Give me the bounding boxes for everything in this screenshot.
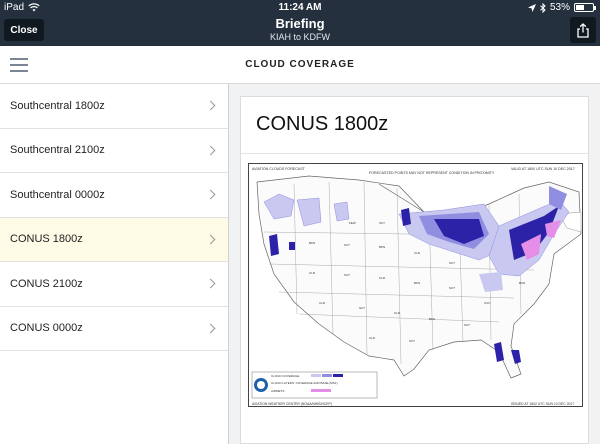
- svg-text:BKN: BKN: [379, 245, 385, 249]
- section-title: CLOUD COVERAGE: [245, 59, 355, 70]
- map-header-right: VALID AT 1800 UTC SUN 10 DEC 2017: [511, 167, 575, 171]
- chevron-right-icon: [205, 189, 216, 200]
- cloud-coverage-map[interactable]: AVIATION CLOUDS FORECAST FORECASTED POIN…: [248, 163, 583, 407]
- battery-fill: [576, 5, 584, 10]
- nav-title: Briefing: [275, 16, 325, 31]
- list-item-southcentral-2100z[interactable]: Southcentral 2100z: [0, 129, 228, 173]
- share-button[interactable]: [570, 17, 596, 43]
- svg-text:SCT: SCT: [344, 273, 350, 277]
- chevron-right-icon: [205, 278, 216, 289]
- status-right: 53%: [527, 2, 596, 13]
- list-item-label: Southcentral 0000z: [10, 188, 105, 201]
- svg-text:BKN: BKN: [414, 281, 420, 285]
- svg-text:BKN: BKN: [429, 317, 435, 321]
- map-header-left: AVIATION CLOUDS FORECAST: [252, 167, 306, 171]
- list-item-conus-2100z[interactable]: CONUS 2100z: [0, 262, 228, 307]
- map-header-center: FORECASTED POINTS MAY NOT REPRESENT COND…: [369, 171, 495, 175]
- list-item-label: Southcentral 2100z: [10, 144, 105, 157]
- chevron-right-icon: [205, 323, 216, 334]
- chevron-right-icon: [205, 100, 216, 111]
- list-item-label: Southcentral 1800z: [10, 99, 105, 112]
- list-item-conus-1800z[interactable]: CONUS 1800z: [0, 217, 228, 262]
- svg-text:SCT: SCT: [379, 221, 385, 225]
- top-bar: iPad 11:24 AM 53% Close Briefing KIAH to…: [0, 0, 600, 46]
- sidebar: Southcentral 1800z Southcentral 2100z So…: [0, 84, 229, 444]
- chevron-right-icon: [205, 145, 216, 156]
- svg-text:BKN: BKN: [309, 241, 315, 245]
- list-item-label: CONUS 2100z: [10, 277, 83, 290]
- bluetooth-icon: [540, 2, 546, 13]
- list-item-label: CONUS 0000z: [10, 322, 83, 335]
- svg-text:CLR: CLR: [309, 271, 316, 275]
- status-time: 11:24 AM: [278, 2, 322, 13]
- chevron-right-icon: [205, 234, 216, 245]
- detail-pane: CONUS 1800z AVIATION CLOUDS FORECAST FOR…: [229, 84, 600, 444]
- svg-text:OVC: OVC: [484, 301, 491, 305]
- list-item-southcentral-0000z[interactable]: Southcentral 0000z: [0, 173, 228, 218]
- list-item-label: CONUS 1800z: [10, 233, 83, 246]
- map-footer-right: ISSUED AT 1602 UTC SUN 10 DEC 2017: [511, 402, 574, 406]
- section-header: CLOUD COVERAGE: [0, 46, 600, 84]
- map-footer-left: AVIATION WEATHER CENTER (NOAA/NWS/NCEP): [252, 402, 332, 406]
- svg-text:CLR: CLR: [369, 336, 376, 340]
- list-item-southcentral-1800z[interactable]: Southcentral 1800z: [0, 84, 228, 129]
- battery-icon: [574, 3, 596, 12]
- svg-text:SCT: SCT: [409, 339, 415, 343]
- svg-text:CLR: CLR: [414, 251, 421, 255]
- divider: [241, 153, 588, 154]
- location-arrow-icon: [527, 3, 536, 12]
- map-svg: AVIATION CLOUDS FORECAST FORECASTED POIN…: [251, 167, 582, 406]
- svg-text:CLR: CLR: [319, 301, 326, 305]
- svg-text:FEW: FEW: [349, 221, 356, 225]
- chart-title: CONUS 1800z: [256, 113, 389, 135]
- svg-text:SCT: SCT: [359, 306, 365, 310]
- chart-card: CONUS 1800z AVIATION CLOUDS FORECAST FOR…: [240, 96, 589, 444]
- list-item-conus-0000z[interactable]: CONUS 0000z: [0, 307, 228, 351]
- svg-text:SCT: SCT: [449, 286, 455, 290]
- map-legend: CLOUD COVERAGE CLOUD LAYERS: COVERAGE AN…: [251, 371, 378, 399]
- svg-text:SCT: SCT: [449, 261, 455, 265]
- share-icon: [577, 22, 589, 38]
- svg-text:CLR: CLR: [394, 311, 401, 315]
- legend-row-1: CLOUD COVERAGE: [271, 374, 299, 378]
- nav-subtitle: KIAH to KDFW: [269, 32, 330, 42]
- svg-text:SCT: SCT: [464, 323, 470, 327]
- svg-text:SCT: SCT: [344, 243, 350, 247]
- battery-percent: 53%: [549, 2, 570, 13]
- legend-row-3: AIRMETS: [271, 389, 284, 393]
- svg-text:CLR: CLR: [379, 276, 386, 280]
- svg-text:BKN: BKN: [519, 281, 525, 285]
- legend-row-2: CLOUD LAYERS: COVERAGE AND BASE (MSL): [271, 381, 337, 385]
